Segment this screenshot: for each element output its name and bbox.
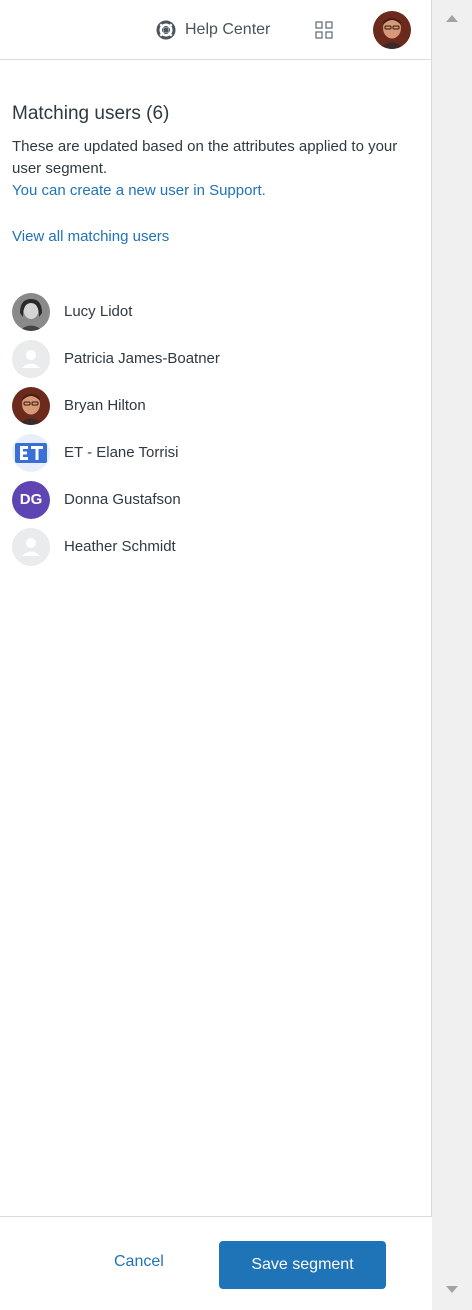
user-avatar[interactable]	[373, 11, 411, 49]
avatar	[12, 339, 50, 378]
scroll-down-arrow-icon[interactable]	[444, 1284, 460, 1296]
help-center-link[interactable]: Help Center	[156, 18, 270, 42]
user-photo	[12, 292, 50, 331]
help-center-label: Help Center	[185, 21, 271, 38]
user-name: Donna Gustafson	[64, 491, 181, 508]
description-text: These are updated based on the attribute…	[12, 138, 398, 177]
user-name: Patricia James-Boatner	[64, 350, 220, 367]
user-name: Bryan Hilton	[64, 397, 146, 414]
user-name: Heather Schmidt	[64, 538, 176, 555]
avatar	[12, 386, 50, 425]
et-logo-avatar	[12, 433, 50, 472]
matching-users-list: Lucy Lidot Patricia James-Boatner Bryan …	[12, 288, 422, 570]
save-segment-button[interactable]: Save segment	[219, 1241, 386, 1289]
list-item[interactable]: Bryan Hilton	[12, 382, 422, 429]
user-name: ET - Elane Torrisi	[64, 444, 179, 461]
list-item[interactable]: Heather Schmidt	[12, 523, 422, 570]
user-photo	[12, 386, 50, 425]
create-user-link[interactable]: You can create a new user in Support.	[12, 180, 422, 202]
default-avatar-icon	[12, 527, 50, 566]
section-title: Matching users (6)	[12, 103, 170, 124]
avatar	[12, 292, 50, 331]
avatar: DG	[12, 480, 50, 519]
section-description: These are updated based on the attribute…	[12, 136, 422, 202]
user-photo	[373, 11, 411, 49]
list-item[interactable]: ET - Elane Torrisi	[12, 429, 422, 476]
vertical-scrollbar[interactable]	[432, 0, 472, 1310]
scroll-up-arrow-icon[interactable]	[444, 12, 460, 24]
apps-grid-icon[interactable]	[314, 20, 334, 40]
footer-bar: Cancel Save segment	[0, 1216, 432, 1310]
matching-users-section: Matching users (6) These are updated bas…	[12, 100, 422, 248]
list-item[interactable]: Lucy Lidot	[12, 288, 422, 335]
list-item[interactable]: Patricia James-Boatner	[12, 335, 422, 382]
view-all-matching-users-link[interactable]: View all matching users	[12, 226, 169, 248]
list-item[interactable]: DG Donna Gustafson	[12, 476, 422, 523]
user-name: Lucy Lidot	[64, 303, 133, 320]
default-avatar-icon	[12, 339, 50, 378]
help-center-icon	[156, 20, 176, 40]
header-bar: Help Center	[0, 0, 432, 60]
segment-panel: Help Center Matching users (6) These are…	[0, 0, 432, 1310]
avatar	[12, 527, 50, 566]
avatar	[12, 433, 50, 472]
cancel-button[interactable]: Cancel	[114, 1253, 164, 1271]
